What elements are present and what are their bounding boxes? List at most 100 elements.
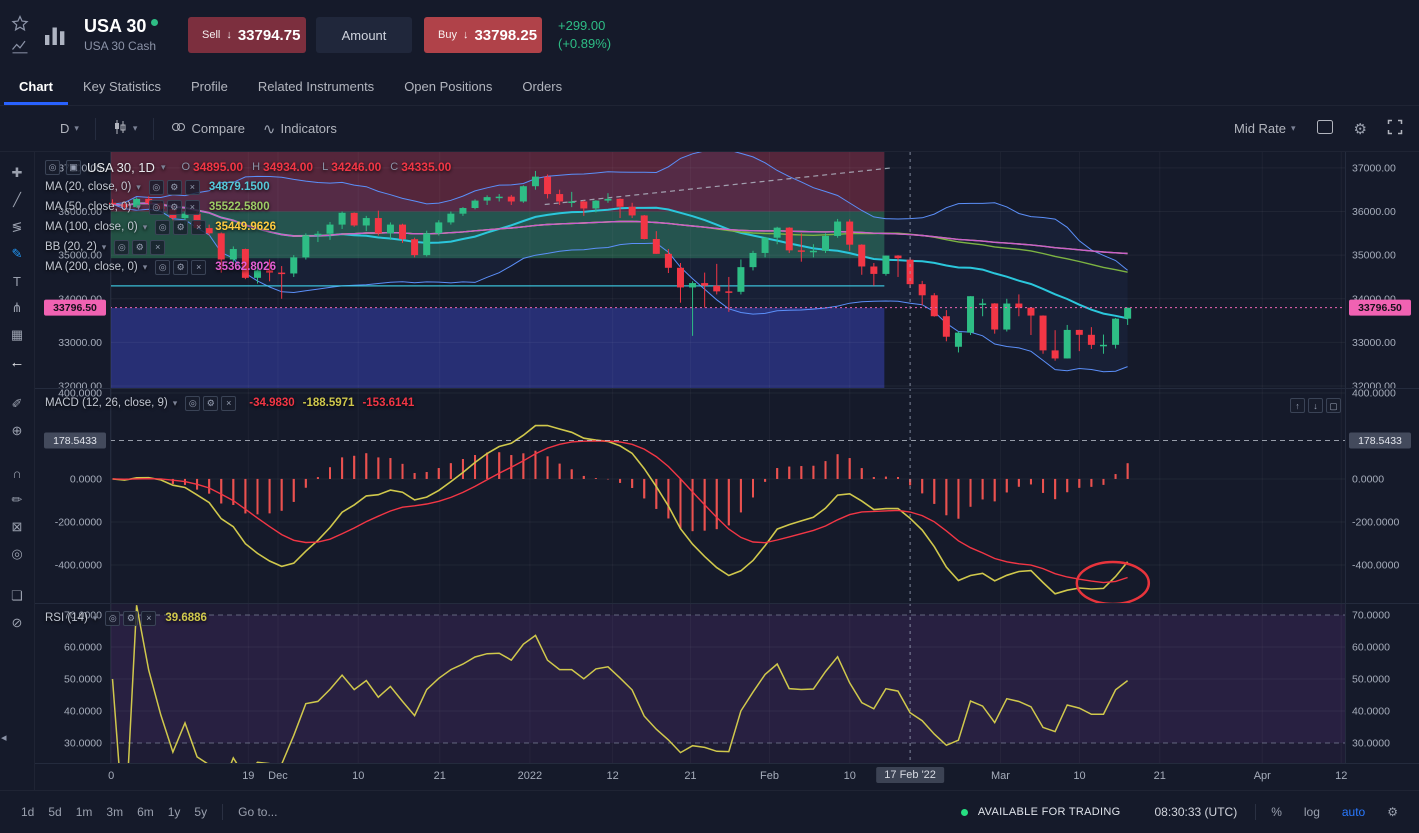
chevron-down-icon[interactable]: ▾ xyxy=(136,182,141,193)
fib-retracement-tool[interactable]: ≶ xyxy=(4,214,30,240)
range-6m-button[interactable]: 6m xyxy=(130,801,161,823)
percent-scale-button[interactable]: % xyxy=(1264,801,1289,823)
tab-chart[interactable]: Chart xyxy=(4,70,68,105)
indicator-label: MA (100, close, 0) xyxy=(45,221,138,233)
pane-down-button[interactable]: ↓ xyxy=(1308,398,1323,413)
crosshair-tool[interactable]: ✚ xyxy=(4,160,30,186)
range-5y-button[interactable]: 5y xyxy=(187,801,214,823)
trend-line-tool[interactable]: ╱ xyxy=(4,187,30,213)
trading-status-dot xyxy=(961,809,968,816)
remove-indicator-icon[interactable]: × xyxy=(191,260,206,275)
indicator-settings-icon[interactable]: ⚙ xyxy=(203,396,218,411)
tab-profile[interactable]: Profile xyxy=(176,70,243,105)
visibility-toggle-icon[interactable]: ◎ xyxy=(114,240,129,255)
visibility-toggle-icon[interactable]: ◎ xyxy=(185,396,200,411)
visibility-toggle-icon[interactable]: ◎ xyxy=(149,180,164,195)
amount-button[interactable]: Amount xyxy=(316,17,412,53)
mid-rate-select[interactable]: Mid Rate ▾ xyxy=(1232,117,1298,140)
svg-text:60.0000: 60.0000 xyxy=(1352,642,1390,654)
sell-button[interactable]: Sell ↓ 33794.75 xyxy=(188,17,306,53)
macd-value: -188.5971 xyxy=(303,397,355,409)
rsi-legend: RSI (14) ▾ ◎⚙× 39.6886 xyxy=(45,608,207,628)
indicator-settings-icon[interactable]: ⚙ xyxy=(173,220,188,235)
indicator-settings-icon[interactable]: ⚙ xyxy=(167,200,182,215)
indicator-settings-icon[interactable]: ⚙ xyxy=(123,611,138,626)
xabcd-pattern-tool[interactable]: ⋔ xyxy=(4,295,30,321)
chevron-down-icon[interactable]: ▾ xyxy=(93,613,98,624)
chevron-down-icon[interactable]: ▾ xyxy=(173,398,178,409)
svg-text:-200.0000: -200.0000 xyxy=(55,516,102,528)
time-label: 19 xyxy=(242,770,254,782)
time-label: Dec xyxy=(268,770,288,782)
settings-gear-icon[interactable]: ⚙ xyxy=(1352,116,1369,142)
range-5d-button[interactable]: 5d xyxy=(41,801,68,823)
eye-icon[interactable]: ◎ xyxy=(45,160,60,175)
tab-orders[interactable]: Orders xyxy=(507,70,577,105)
collapse-panel-icon[interactable]: ◂ xyxy=(1,731,7,744)
fullscreen-icon xyxy=(1387,119,1403,138)
remove-indicator-icon[interactable]: × xyxy=(150,240,165,255)
chevron-down-icon[interactable]: ▾ xyxy=(143,262,148,273)
visibility-toggle-icon[interactable]: ◎ xyxy=(105,611,120,626)
star-icon[interactable] xyxy=(10,14,30,34)
range-3m-button[interactable]: 3m xyxy=(99,801,130,823)
magnet-tool[interactable]: ∩ xyxy=(4,460,30,486)
interval-select[interactable]: D ▾ xyxy=(58,117,81,140)
indicator-settings-icon[interactable]: ⚙ xyxy=(132,240,147,255)
remove-indicator-icon[interactable]: × xyxy=(185,200,200,215)
hide-drawings-tool[interactable]: ◎ xyxy=(4,541,30,567)
remove-indicator-icon[interactable]: × xyxy=(191,220,206,235)
pane-up-button[interactable]: ↑ xyxy=(1290,398,1305,413)
brush-tool[interactable]: ✎ xyxy=(4,241,30,267)
chevron-down-icon[interactable]: ▾ xyxy=(161,162,166,173)
remove-drawings-tool[interactable]: ⊘ xyxy=(4,610,30,636)
range-1d-button[interactable]: 1d xyxy=(14,801,41,823)
zoom-in-tool[interactable]: ⊕ xyxy=(4,418,30,444)
goto-button[interactable]: Go to... xyxy=(231,801,284,823)
buy-button[interactable]: Buy ↓ 33798.25 xyxy=(424,17,542,53)
snapshot-button[interactable] xyxy=(1314,115,1336,142)
auto-scale-button[interactable]: auto xyxy=(1335,801,1372,823)
symbol-legend-row: ◎ ▣ USA 30, 1D ▾ O34895.00 H34934.00 L34… xyxy=(45,157,451,177)
instrument-subtitle: USA 30 Cash xyxy=(84,39,180,53)
range-1m-button[interactable]: 1m xyxy=(69,801,100,823)
maximize-icon[interactable]: ▣ xyxy=(66,160,81,175)
indicator-settings-icon[interactable]: ⚙ xyxy=(167,180,182,195)
measure-tool[interactable]: ✐ xyxy=(4,391,30,417)
arrow-left-tool[interactable]: ← xyxy=(4,349,30,375)
log-scale-button[interactable]: log xyxy=(1297,801,1327,823)
remove-indicator-icon[interactable]: × xyxy=(221,396,236,411)
chevron-down-icon[interactable]: ▾ xyxy=(136,202,141,213)
chevron-down-icon[interactable]: ▾ xyxy=(143,222,148,233)
rsi-chart[interactable]: 70.000070.000060.000060.000050.000050.00… xyxy=(35,603,1419,763)
sketch-icon[interactable] xyxy=(10,37,30,57)
range-1y-button[interactable]: 1y xyxy=(161,801,188,823)
visibility-toggle-icon[interactable]: ◎ xyxy=(155,220,170,235)
forecast-tool[interactable]: ▦ xyxy=(4,322,30,348)
lock-drawings-tool[interactable]: ⊠ xyxy=(4,514,30,540)
tab-open-positions[interactable]: Open Positions xyxy=(389,70,507,105)
bottom-settings-gear-icon[interactable]: ⚙ xyxy=(1380,801,1405,823)
chart-type-select[interactable]: ▾ xyxy=(110,115,140,142)
indicator-settings-icon[interactable]: ⚙ xyxy=(173,260,188,275)
text-tool[interactable]: T xyxy=(4,268,30,294)
macd-chart[interactable]: 400.0000400.00000.00000.0000-200.0000-20… xyxy=(35,388,1419,603)
tabs: ChartKey StatisticsProfileRelated Instru… xyxy=(0,70,1419,106)
indicators-button[interactable]: ∿ Indicators xyxy=(261,116,339,142)
visibility-toggle-icon[interactable]: ◎ xyxy=(155,260,170,275)
drawing-mode-tool[interactable]: ✏ xyxy=(4,487,30,513)
crosshair-time-badge: 17 Feb '22 xyxy=(876,767,944,783)
visibility-toggle-icon[interactable]: ◎ xyxy=(149,200,164,215)
close-value: 34335.00 xyxy=(401,160,451,174)
fullscreen-button[interactable] xyxy=(1385,115,1405,142)
remove-indicator-icon[interactable]: × xyxy=(185,180,200,195)
time-axis[interactable]: 019Dec102120221221Feb10Mar1021Apr1217 Fe… xyxy=(35,763,1419,790)
remove-indicator-icon[interactable]: × xyxy=(141,611,156,626)
pane-maximize-button[interactable]: ▢ xyxy=(1326,398,1341,413)
tab-key-statistics[interactable]: Key Statistics xyxy=(68,70,176,105)
chevron-down-icon[interactable]: ▾ xyxy=(102,242,107,253)
indicator-label: MA (20, close, 0) xyxy=(45,181,131,193)
tab-related-instruments[interactable]: Related Instruments xyxy=(243,70,389,105)
compare-button[interactable]: Compare xyxy=(168,115,246,142)
object-tree-tool[interactable]: ❏ xyxy=(4,583,30,609)
